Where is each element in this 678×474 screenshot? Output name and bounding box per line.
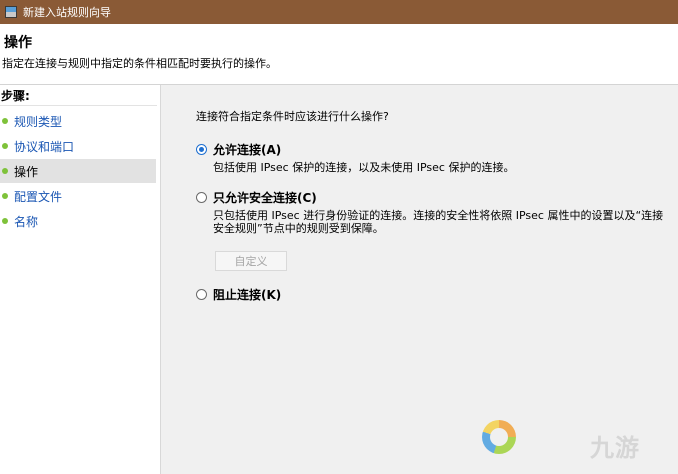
watermark-logo-icon: [482, 420, 516, 454]
option-allow-connection[interactable]: 允许连接(A): [196, 141, 281, 158]
window-title: 新建入站规则向导: [23, 6, 111, 19]
watermark: 九游: [478, 410, 678, 474]
radio-button[interactable]: [196, 289, 207, 300]
step-name[interactable]: 名称: [0, 209, 156, 233]
steps-sidebar: 步骤: 规则类型 协议和端口 操作 配置文件 名称: [0, 85, 161, 474]
page-description: 指定在连接与规则中指定的条件相匹配时要执行的操作。: [2, 57, 277, 70]
firewall-app-icon: [5, 6, 17, 18]
steps-heading: 步骤:: [0, 87, 157, 106]
step-label: 规则类型: [14, 114, 63, 129]
green-dot-icon: [2, 218, 8, 224]
green-dot-icon: [2, 168, 8, 174]
step-label: 协议和端口: [14, 139, 75, 154]
step-rule-type[interactable]: 规则类型: [0, 109, 156, 133]
customize-button[interactable]: 自定义: [215, 251, 287, 271]
step-label: 名称: [14, 214, 39, 229]
radio-button[interactable]: [196, 192, 207, 203]
watermark-text: 九游: [590, 434, 640, 462]
green-dot-icon: [2, 118, 8, 124]
option-label[interactable]: 允许连接(A): [213, 141, 281, 158]
step-action[interactable]: 操作: [0, 159, 156, 183]
radio-button-checked[interactable]: [196, 144, 207, 155]
option-allow-secure-only[interactable]: 只允许安全连接(C): [196, 189, 317, 206]
option-label[interactable]: 只允许安全连接(C): [213, 189, 317, 206]
page-title: 操作: [4, 35, 32, 51]
option-secure-description: 只包括使用 IPsec 进行身份验证的连接。连接的安全性将依照 IPsec 属性…: [213, 209, 664, 235]
action-question: 连接符合指定条件时应该进行什么操作?: [196, 110, 389, 123]
page-header: 操作 指定在连接与规则中指定的条件相匹配时要执行的操作。: [0, 24, 678, 85]
step-label: 操作: [14, 164, 39, 179]
title-bar: 新建入站规则向导: [0, 0, 678, 24]
option-block-connection[interactable]: 阻止连接(K): [196, 286, 281, 303]
option-label[interactable]: 阻止连接(K): [213, 286, 281, 303]
green-dot-icon: [2, 143, 8, 149]
green-dot-icon: [2, 193, 8, 199]
step-label: 配置文件: [14, 189, 63, 204]
option-allow-description: 包括使用 IPsec 保护的连接，以及未使用 IPsec 保护的连接。: [213, 161, 515, 174]
step-protocol-ports[interactable]: 协议和端口: [0, 134, 156, 158]
step-profile[interactable]: 配置文件: [0, 184, 156, 208]
